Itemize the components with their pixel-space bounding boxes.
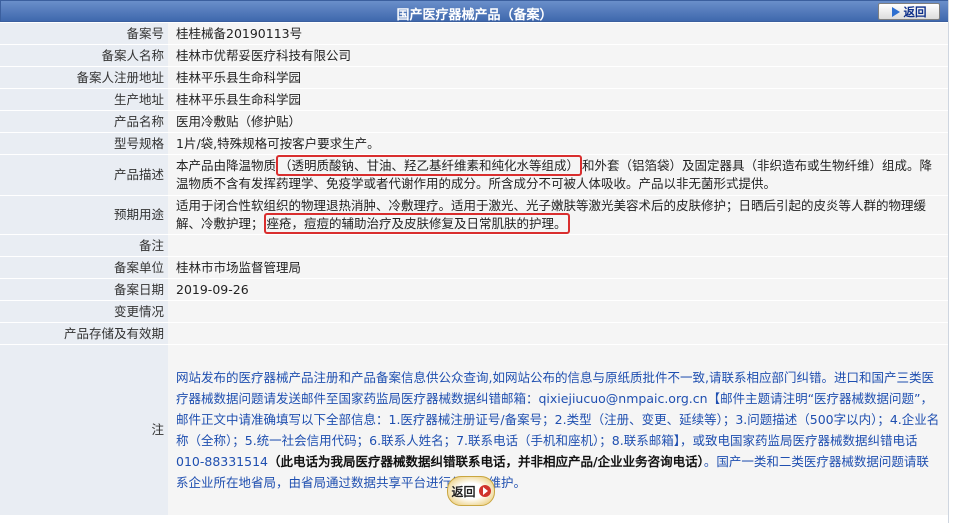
back-label: 返回 [451, 484, 476, 499]
record-table: 备案号 桂桂械备20190113号 备案人名称 桂林市优帮妥医疗科技有限公司 备… [0, 23, 949, 516]
page-header: 国产医疗器械产品（备案） 返回 [0, 0, 949, 23]
table-row: 产品名称 医用冷敷贴（修护贴） [0, 110, 949, 133]
table-row: 产品描述 本产品由降温物质 （透明质酸钠、甘油、羟乙基纤维素和纯化水等组成） 和外套… [0, 154, 949, 196]
arrow-right-icon [891, 6, 900, 17]
field-label: 备案人名称 [0, 44, 168, 67]
table-row: 备案单位 桂林市市场监督管理局 [0, 256, 949, 279]
record-no-value: 桂桂械备20190113号 [168, 23, 949, 45]
table-row: 型号规格 1片/袋,特殊规格可按客户要求生产。 [0, 132, 949, 155]
storage-value [168, 322, 949, 345]
table-row: 预期用途 适用于闭合性软组织的物理退热消肿、冷敷理疗。适用于激光、光子嫩肤等激光… [0, 195, 949, 235]
field-label: 产品描述 [0, 154, 168, 196]
table-row: 生产地址 桂林平乐县生命科学园 [0, 88, 949, 111]
production-address-value: 桂林平乐县生命科学园 [168, 88, 949, 111]
footer: 返回 [0, 468, 949, 520]
remark-value [168, 234, 949, 257]
arrow-circle-icon [478, 485, 491, 497]
description-highlight: （透明质酸钠、甘油、羟乙基纤维素和纯化水等组成） [276, 155, 583, 176]
back-button-bottom[interactable]: 返回 [447, 476, 495, 506]
product-name-value: 医用冷敷贴（修护贴） [168, 110, 949, 133]
field-label: 备注 [0, 234, 168, 257]
right-border [948, 0, 949, 523]
field-label: 备案单位 [0, 256, 168, 279]
table-row: 备注 [0, 234, 949, 257]
intended-use-value: 适用于闭合性软组织的物理退热消肿、冷敷理疗。适用于激光、光子嫩肤等激光美容术后的… [168, 195, 949, 235]
field-label: 变更情况 [0, 300, 168, 323]
table-row: 备案日期 2019-09-26 [0, 278, 949, 301]
note-bold-text: （此电话为我局医疗器械数据纠错联系电话，并非相应产品/企业业务咨询电话） [268, 454, 704, 469]
record-unit-value: 桂林市市场监督管理局 [168, 256, 949, 279]
field-label: 备案号 [0, 23, 168, 45]
back-label: 返回 [903, 4, 927, 19]
table-row: 备案人注册地址 桂林平乐县生命科学园 [0, 66, 949, 89]
field-label: 预期用途 [0, 195, 168, 235]
table-row: 变更情况 [0, 300, 949, 323]
applicant-value: 桂林市优帮妥医疗科技有限公司 [168, 44, 949, 67]
page-title: 国产医疗器械产品（备案） [396, 8, 553, 23]
description-text: 本产品由降温物质 [176, 158, 277, 173]
intended-use-highlight: 痤疮，痘痘的辅助治疗及皮肤修复及日常肌肤的护理。 [263, 213, 570, 234]
record-date-value: 2019-09-26 [168, 278, 949, 301]
model-value: 1片/袋,特殊规格可按客户要求生产。 [168, 132, 949, 155]
field-label: 备案人注册地址 [0, 66, 168, 89]
page: 国产医疗器械产品（备案） 返回 备案号 桂桂械备20190113号 备案人名称 … [0, 0, 955, 523]
field-label: 产品名称 [0, 110, 168, 133]
field-label: 产品存储及有效期 [0, 322, 168, 345]
back-button-top[interactable]: 返回 [878, 3, 940, 20]
address-value: 桂林平乐县生命科学园 [168, 66, 949, 89]
table-row: 备案号 桂桂械备20190113号 [0, 23, 949, 45]
field-label: 备案日期 [0, 278, 168, 301]
table-row: 产品存储及有效期 [0, 322, 949, 345]
field-label: 型号规格 [0, 132, 168, 155]
change-value [168, 300, 949, 323]
table-row: 备案人名称 桂林市优帮妥医疗科技有限公司 [0, 44, 949, 67]
field-label: 生产地址 [0, 88, 168, 111]
description-value: 本产品由降温物质 （透明质酸钠、甘油、羟乙基纤维素和纯化水等组成） 和外套（铝箔袋）… [168, 154, 949, 196]
